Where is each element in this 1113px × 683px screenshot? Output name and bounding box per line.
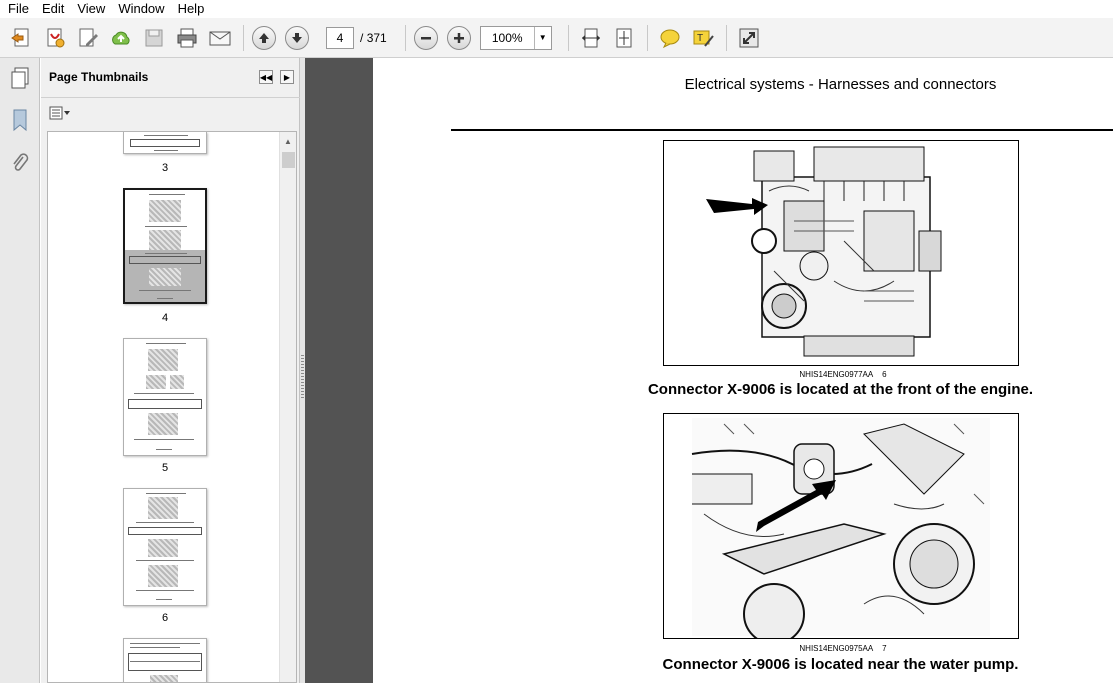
thumbnail-page-4[interactable] <box>123 188 207 304</box>
thumbnail-label: 3 <box>161 162 169 174</box>
thumbnail-page-5[interactable] <box>123 338 207 456</box>
thumbnail-label: 6 <box>161 612 169 624</box>
next-page-icon[interactable] <box>285 25 309 50</box>
page-header: Electrical systems - Harnesses and conne… <box>684 76 997 93</box>
expand-panel-icon[interactable]: ▶ <box>280 70 294 84</box>
panel-header: Page Thumbnails ◀◀ ▶ <box>41 58 300 98</box>
toolbar-separator <box>646 24 648 51</box>
document-view[interactable]: Electrical systems - Harnesses and conne… <box>305 58 1113 683</box>
bookmark-icon[interactable] <box>8 108 32 132</box>
edit-pdf-icon[interactable] <box>74 24 102 52</box>
thumbnail-page-3[interactable] <box>123 132 207 154</box>
figure-7-caption: Connector X-9006 is located near the wat… <box>662 656 1019 673</box>
print-icon[interactable] <box>173 24 201 52</box>
toolbar-separator <box>243 24 244 51</box>
scroll-up-icon[interactable]: ▲ <box>280 134 296 148</box>
menu-bar: File Edit View Window Help <box>0 0 1113 18</box>
email-icon[interactable] <box>206 24 234 52</box>
attachment-icon[interactable] <box>8 151 32 175</box>
page-count: / 371 <box>360 31 387 45</box>
previous-page-icon[interactable] <box>252 25 276 50</box>
thumbnail-options-button[interactable] <box>49 106 71 120</box>
figure-water-pump <box>663 413 1019 639</box>
fit-width-icon[interactable] <box>577 24 605 52</box>
zoom-out-icon[interactable] <box>413 25 438 50</box>
figure-7-code: NHIS14ENG0975AA <box>799 644 874 653</box>
menu-file[interactable]: File <box>2 0 36 18</box>
thumbnail-page-7[interactable] <box>123 638 207 682</box>
menu-edit[interactable]: Edit <box>36 0 71 18</box>
header-rule <box>451 129 1113 131</box>
pdf-page: Electrical systems - Harnesses and conne… <box>373 58 1113 683</box>
thumbnail-scrollbar[interactable]: ▲ <box>279 132 296 682</box>
figure-6-caption: Connector X-9006 is located at the front… <box>647 381 1034 398</box>
toolbar-separator <box>567 24 569 51</box>
panel-title: Page Thumbnails <box>49 70 149 84</box>
highlight-icon[interactable]: T <box>689 24 717 52</box>
thumbnail-page-6[interactable] <box>123 488 207 606</box>
toolbar: 4 / 371 100% ▼ T <box>0 18 1113 58</box>
thumbnail-list[interactable]: 3 4 5 6 ▲ <box>47 131 297 683</box>
menu-help[interactable]: Help <box>172 0 212 18</box>
toolbar-separator <box>404 24 406 51</box>
toolbar-separator <box>725 24 727 51</box>
page-number-input[interactable]: 4 <box>326 26 354 49</box>
navigation-pane <box>0 58 40 683</box>
create-pdf-tool-icon[interactable] <box>41 24 69 52</box>
zoom-in-icon[interactable] <box>446 25 471 50</box>
figure-engine-front <box>663 140 1019 366</box>
create-pdf-icon[interactable] <box>8 24 36 52</box>
thumbnails-panel: Page Thumbnails ◀◀ ▶ 3 4 5 6 ▲ <box>41 58 300 683</box>
page-total: 371 <box>366 30 387 45</box>
page-thumbnails-icon[interactable] <box>8 66 32 90</box>
zoom-value: 100% <box>481 26 535 49</box>
scrollbar-thumb[interactable] <box>282 152 295 168</box>
page-separator: / <box>360 30 364 45</box>
collapse-panel-icon[interactable]: ◀◀ <box>259 70 273 84</box>
svg-text:T: T <box>697 33 703 44</box>
figure-6-number: 6 <box>882 370 887 379</box>
fit-page-icon[interactable] <box>610 24 638 52</box>
menu-window[interactable]: Window <box>112 0 171 18</box>
chevron-down-icon[interactable]: ▼ <box>535 33 551 42</box>
menu-view[interactable]: View <box>71 0 112 18</box>
save-icon[interactable] <box>140 24 168 52</box>
thumbnail-label: 4 <box>161 312 169 324</box>
cloud-upload-icon[interactable] <box>107 24 135 52</box>
comment-icon[interactable] <box>656 24 684 52</box>
thumbnail-label: 5 <box>161 462 169 474</box>
figure-7-id: NHIS14ENG0975AA 7 <box>663 644 1023 653</box>
figure-7-number: 7 <box>882 644 887 653</box>
expand-icon[interactable] <box>735 24 763 52</box>
zoom-select[interactable]: 100% ▼ <box>479 25 552 50</box>
figure-6-code: NHIS14ENG0977AA <box>799 370 874 379</box>
figure-6-id: NHIS14ENG0977AA 6 <box>663 370 1023 379</box>
